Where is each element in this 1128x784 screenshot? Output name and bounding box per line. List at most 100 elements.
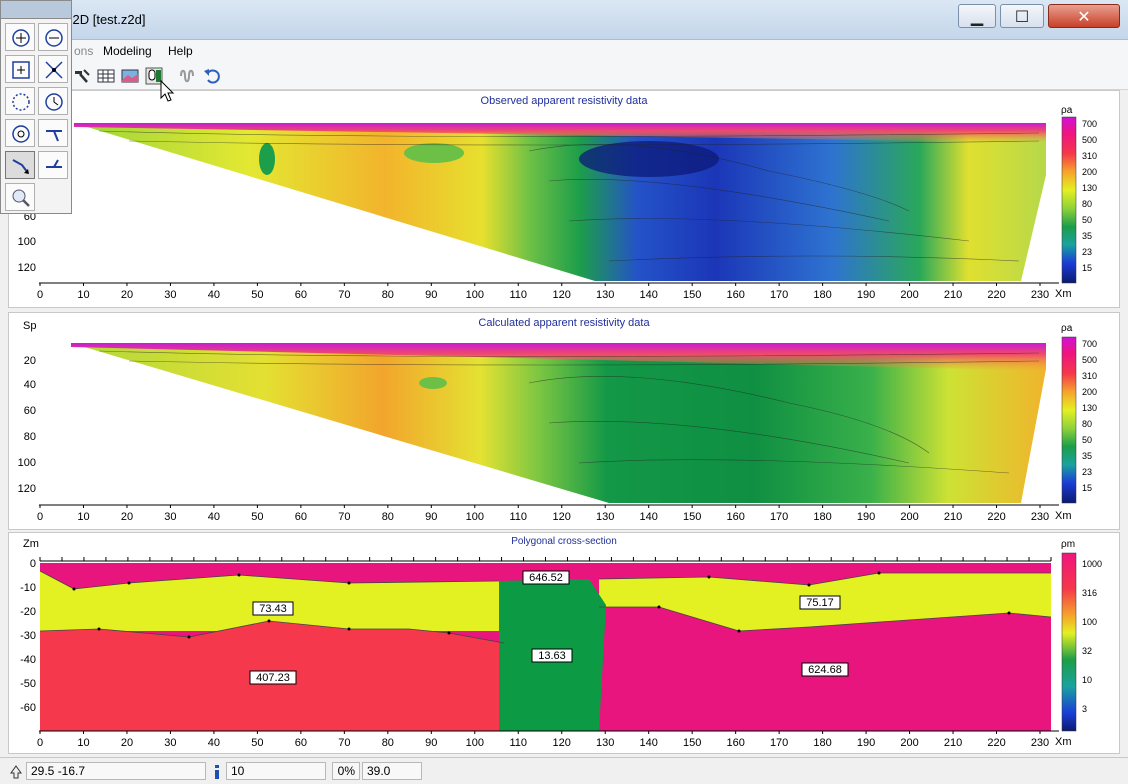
maximize-button[interactable]: ☐ [1000, 4, 1044, 28]
add-node-icon [12, 29, 30, 47]
section-x-tick: 10 [77, 737, 89, 749]
cross-section-plot[interactable]: 646.52 73.43 75.17 13.63 407.23 624.68 ρ… [9, 533, 1119, 753]
calculated-x-tick: 230 [1031, 511, 1049, 523]
select-arrow-button[interactable] [5, 151, 35, 179]
menu-modeling[interactable]: Modeling [103, 44, 152, 58]
info-field: 10 [226, 762, 326, 780]
section-x-unit: Xm [1055, 736, 1072, 748]
cross-section-panel[interactable]: Polygonal cross-section 646.52 73.43 75.… [8, 532, 1120, 754]
calculated-y-tick: 20 [24, 355, 36, 367]
add-node-button[interactable] [5, 23, 35, 51]
observed-x-tick: 200 [900, 289, 918, 301]
observed-x-tick: 50 [251, 289, 263, 301]
observed-plot[interactable]: ρa 700 500 310 200 130 80 50 35 23 15 60 100 120 0 1… [9, 91, 1119, 307]
section-legend-label: 100 [1082, 617, 1097, 627]
window-title: s2D [test.z2d] [66, 12, 146, 27]
observed-legend-label: 130 [1082, 183, 1097, 193]
image-icon[interactable] [120, 66, 140, 86]
hammer-icon[interactable] [72, 66, 92, 86]
calculated-x-tick: 140 [640, 511, 658, 523]
observed-x-tick: 150 [683, 289, 701, 301]
section-legend-unit: ρm [1061, 539, 1075, 550]
block-label-2[interactable]: 73.43 [259, 603, 287, 615]
section-y-tick: -60 [20, 702, 36, 714]
menu-help[interactable]: Help [168, 44, 193, 58]
close-icon: ✕ [1077, 7, 1091, 26]
section-y-label: Zm [23, 538, 39, 550]
observed-x-tick: 220 [987, 289, 1005, 301]
calculated-legend-label: 23 [1082, 467, 1092, 477]
section-x-tick: 190 [857, 737, 875, 749]
section-x-tick: 30 [164, 737, 176, 749]
observed-x-tick: 190 [857, 289, 875, 301]
section-x-tick: 120 [553, 737, 571, 749]
observed-legend-label: 80 [1082, 199, 1092, 209]
block-label-3[interactable]: 75.17 [806, 597, 834, 609]
section-x-tick: 170 [770, 737, 788, 749]
zoom-button[interactable] [5, 183, 35, 211]
circle-dots-button[interactable] [5, 87, 35, 115]
join-tool-button[interactable] [38, 151, 68, 179]
remove-node-icon [45, 29, 63, 47]
calculated-x-tick: 110 [509, 511, 527, 523]
tool-palette[interactable] [0, 0, 72, 214]
section-legend-label: 1000 [1082, 559, 1102, 569]
calculated-x-tick: 30 [164, 511, 176, 523]
block-label-4[interactable]: 13.63 [538, 650, 566, 662]
join-tool-icon [46, 159, 62, 168]
observed-x-tick: 10 [77, 289, 89, 301]
move-point-button[interactable] [38, 55, 68, 83]
move-point-icon [45, 61, 63, 79]
calculated-y-tick: 100 [18, 457, 36, 469]
section-x-tick: 220 [987, 737, 1005, 749]
minimize-button[interactable]: ▁ [958, 4, 996, 28]
section-x-tick: 70 [338, 737, 350, 749]
remove-node-button[interactable] [38, 23, 68, 51]
section-y-tick: -40 [20, 654, 36, 666]
calculated-x-tick: 180 [813, 511, 831, 523]
zoom-icon [12, 189, 30, 207]
calculated-y-tick: 120 [18, 483, 36, 495]
section-x-tick: 160 [726, 737, 744, 749]
calculated-x-tick: 130 [596, 511, 614, 523]
section-y-tick: -30 [20, 630, 36, 642]
observed-x-tick: 30 [164, 289, 176, 301]
table-icon[interactable] [96, 66, 116, 86]
block-label-6[interactable]: 624.68 [808, 664, 842, 676]
observed-x-tick: 70 [338, 289, 350, 301]
calculated-y-tick: 40 [24, 379, 36, 391]
observed-legend-label: 500 [1082, 135, 1097, 145]
section-y-tick: -10 [20, 582, 36, 594]
wave-icon[interactable] [178, 66, 198, 86]
menu-options[interactable]: ons [74, 44, 93, 58]
observed-data-panel[interactable]: Observed apparent resistivity data ρa 70… [8, 90, 1120, 308]
cursor-position-icon [10, 765, 22, 779]
section-x-tick: 210 [944, 737, 962, 749]
observed-x-tick: 60 [295, 289, 307, 301]
mouse-cursor-icon [160, 80, 175, 102]
add-point-button[interactable] [5, 55, 35, 83]
rotate-button[interactable] [38, 87, 68, 115]
title-bar[interactable]: s2D [test.z2d] ▁ ☐ ✕ [0, 0, 1128, 40]
undo-icon[interactable] [202, 66, 222, 86]
calculated-legend-label: 700 [1082, 339, 1097, 349]
observed-x-tick: 0 [37, 289, 43, 301]
block-label-1[interactable]: 646.52 [529, 572, 563, 584]
block-label-5[interactable]: 407.23 [256, 672, 290, 684]
status-bar: 29.5 -16.7 10 0% 39.0 [0, 757, 1128, 784]
calculated-data-panel[interactable]: Calculated apparent resistivity data ρa … [8, 312, 1120, 530]
observed-legend-label: 50 [1082, 215, 1092, 225]
split-tool-button[interactable] [38, 119, 68, 147]
palette-header[interactable] [1, 1, 71, 19]
calculated-x-tick: 210 [944, 511, 962, 523]
calculated-plot[interactable]: ρa 7005003102001308050352315 Sp 20406080… [9, 313, 1119, 529]
section-legend-label: 316 [1082, 588, 1097, 598]
section-x-tick: 20 [121, 737, 133, 749]
section-y-tick: -50 [20, 678, 36, 690]
coordinates-field: 29.5 -16.7 [26, 762, 206, 780]
section-x-tick: 0 [37, 737, 43, 749]
section-y-tick: -20 [20, 606, 36, 618]
close-button[interactable]: ✕ [1048, 4, 1120, 28]
target-button[interactable] [5, 119, 35, 147]
observed-x-tick: 80 [382, 289, 394, 301]
